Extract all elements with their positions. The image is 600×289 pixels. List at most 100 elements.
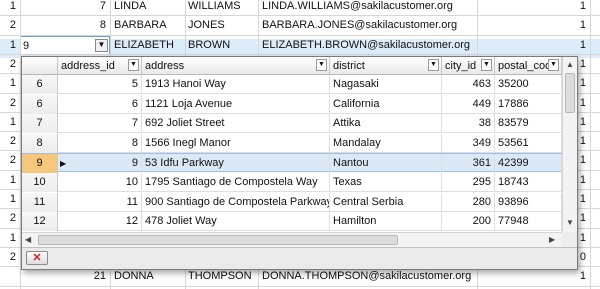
last-name-cell[interactable]: WILLIAMS: [188, 0, 256, 16]
column-header-postal-code[interactable]: postal_code ▼: [495, 57, 562, 75]
horizontal-scrollbar[interactable]: ◀ ▶: [22, 232, 562, 247]
city-id-cell[interactable]: 449: [442, 94, 495, 114]
last-name-cell[interactable]: JONES: [188, 16, 256, 35]
customer-id-cell[interactable]: 21: [20, 267, 106, 286]
district-cell[interactable]: Mandalay: [330, 133, 442, 153]
postal-code-cell[interactable]: 17886: [495, 94, 562, 114]
last-name-cell[interactable]: BROWN: [188, 36, 256, 55]
district-cell[interactable]: Texas: [330, 173, 442, 192]
address-cell[interactable]: 1913 Hanoi Way: [142, 75, 330, 94]
column-header-district[interactable]: district ▼: [330, 57, 442, 75]
scroll-thumb-horizontal[interactable]: [38, 235, 398, 245]
district-cell[interactable]: California: [330, 94, 442, 114]
close-popup-button[interactable]: ✕: [26, 251, 48, 265]
email-cell[interactable]: DONNA.THOMPSON@sakilacustomer.org: [262, 267, 474, 286]
dropdown-button[interactable]: ▼: [95, 38, 108, 52]
address-id-cell[interactable]: 5: [58, 75, 142, 94]
postal-code-cell[interactable]: 35200: [495, 75, 562, 94]
city-id-cell[interactable]: 38: [442, 114, 495, 134]
email-cell[interactable]: ELIZABETH.BROWN@sakilacustomer.org: [262, 36, 474, 55]
column-header-address[interactable]: address ▼: [142, 57, 330, 75]
district-cell[interactable]: Central Serbia: [330, 192, 442, 212]
vertical-scrollbar[interactable]: ▲ ▼: [562, 57, 577, 232]
city-id-cell[interactable]: 200: [442, 212, 495, 232]
popup-table-row[interactable]: 6 6 1121 Loja Avenue California 449 17886: [22, 94, 562, 114]
city-id-cell[interactable]: 280: [442, 192, 495, 212]
city-id-cell[interactable]: 349: [442, 133, 495, 153]
district-cell[interactable]: Hamilton: [330, 212, 442, 232]
filter-dropdown-icon[interactable]: ▼: [316, 59, 327, 71]
postal-code-cell[interactable]: 77948: [495, 212, 562, 232]
first-name-cell[interactable]: DONNA: [114, 267, 184, 286]
popup-table-row[interactable]: 8 8 1566 Inegl Manor Mandalay 349 53561: [22, 133, 562, 153]
customer-id-cell[interactable]: 7: [20, 0, 106, 16]
city-id-cell[interactable]: 463: [442, 75, 495, 94]
popup-table-row[interactable]: 6 5 1913 Hanoi Way Nagasaki 463 35200: [22, 75, 562, 94]
address-id-cell[interactable]: 7: [58, 114, 142, 134]
first-name-cell[interactable]: LINDA: [114, 0, 184, 16]
district-cell[interactable]: Attika: [330, 114, 442, 134]
address-cell[interactable]: 1121 Loja Avenue: [142, 94, 330, 114]
active-cell[interactable]: 1: [560, 0, 586, 16]
postal-code-cell[interactable]: 93896: [495, 192, 562, 212]
column-header-label: city_id: [445, 60, 477, 72]
city-id-cell[interactable]: 295: [442, 173, 495, 192]
popup-table-row[interactable]: 9 ▶ 9 53 Idfu Parkway Nantou 361 42399: [22, 153, 562, 174]
close-icon: ✕: [32, 252, 42, 264]
popup-table-row[interactable]: 10 10 1795 Santiago de Compostela Way Texas…: [22, 173, 562, 192]
column-divider: [590, 0, 591, 289]
filter-dropdown-icon[interactable]: ▼: [481, 59, 492, 71]
address-id-cell[interactable]: 9: [58, 154, 142, 174]
popup-table-row[interactable]: 12 12 478 Joliet Way Hamilton 200 77948: [22, 212, 562, 232]
email-cell[interactable]: BARBARA.JONES@sakilacustomer.org: [262, 16, 474, 35]
address-id-cell[interactable]: 6: [58, 94, 142, 114]
address-id-cell[interactable]: 8: [58, 133, 142, 153]
column-header-city-id[interactable]: city_id ▼: [442, 57, 495, 75]
filter-dropdown-icon[interactable]: ▼: [428, 59, 439, 71]
district-cell[interactable]: Nantou: [330, 154, 442, 174]
first-name-cell[interactable]: BARBARA: [114, 16, 184, 35]
address-id-cell[interactable]: 12: [58, 212, 142, 232]
address-cell[interactable]: 53 Idfu Parkway: [142, 154, 330, 174]
scroll-down-icon[interactable]: ▼: [566, 218, 574, 227]
postal-code-cell[interactable]: 53561: [495, 133, 562, 153]
row-number: 2: [9, 19, 16, 32]
postal-code-cell[interactable]: 18743: [495, 173, 562, 192]
address-cell[interactable]: 900 Santiago de Compostela Parkway: [142, 192, 330, 212]
popup-footer: ✕: [22, 247, 577, 269]
postal-code-cell[interactable]: 83579: [495, 114, 562, 134]
column-header-label: address: [145, 60, 185, 72]
district-cell[interactable]: Nagasaki: [330, 75, 442, 94]
address-cell[interactable]: 478 Joliet Way: [142, 212, 330, 232]
city-id-cell[interactable]: 361: [442, 154, 495, 174]
lookup-popup[interactable]: address_id ▼ address ▼ district ▼ city_id ▼ post…: [21, 56, 578, 270]
filter-dropdown-icon[interactable]: ▼: [128, 59, 139, 71]
row-number: 7: [22, 114, 58, 134]
row-number: 1: [9, 77, 16, 90]
column-header-address-id[interactable]: address_id ▼: [58, 57, 142, 75]
popup-table-row[interactable]: 7 7 692 Joliet Street Attika 38 83579: [22, 114, 562, 134]
scroll-right-icon[interactable]: ▶: [549, 235, 555, 244]
customer-id-cell[interactable]: 8: [20, 16, 106, 35]
row-number: 10: [22, 173, 58, 192]
email-cell[interactable]: LINDA.WILLIAMS@sakilacustomer.org: [262, 0, 474, 16]
active-cell[interactable]: 1: [560, 267, 586, 286]
row-number: 2: [9, 250, 16, 263]
active-cell[interactable]: 1: [560, 16, 586, 35]
first-name-cell[interactable]: ELIZABETH: [114, 36, 184, 55]
scroll-left-icon[interactable]: ◀: [25, 235, 31, 244]
address-cell[interactable]: 1795 Santiago de Compostela Way: [142, 173, 330, 192]
active-cell[interactable]: 1: [560, 36, 586, 55]
scroll-up-icon[interactable]: ▲: [566, 60, 574, 69]
address-id-cell[interactable]: 10: [58, 173, 142, 192]
popup-table-row[interactable]: 11 11 900 Santiago de Compostela Parkway Ce…: [22, 192, 562, 212]
row-number: 6: [22, 94, 58, 114]
last-name-cell[interactable]: THOMPSON: [188, 267, 256, 286]
postal-code-cell[interactable]: 42399: [495, 154, 562, 174]
address-cell[interactable]: 692 Joliet Street: [142, 114, 330, 134]
address-cell[interactable]: 1566 Inegl Manor: [142, 133, 330, 153]
filter-dropdown-icon[interactable]: ▼: [548, 59, 559, 71]
address-id-cell[interactable]: 11: [58, 192, 142, 212]
column-header-label: district: [333, 60, 365, 72]
scroll-thumb-vertical[interactable]: [565, 73, 575, 113]
